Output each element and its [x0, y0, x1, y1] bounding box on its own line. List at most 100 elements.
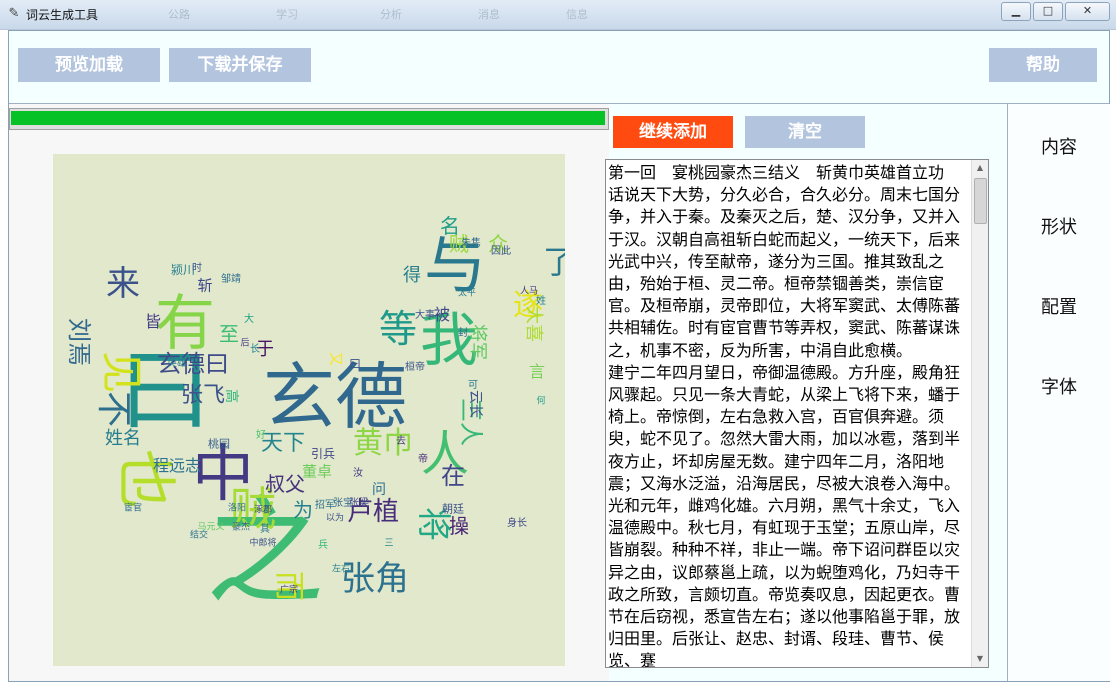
- maximize-button[interactable]: □: [1033, 2, 1063, 21]
- content-textarea[interactable]: 第一回 宴桃园豪杰三结义 斩黄巾英雄首立功 话说天下大势，分久必合，合久必分。周…: [605, 159, 989, 668]
- wordcloud-word: 广宗: [279, 585, 299, 596]
- wordcloud-word: 程远志: [152, 456, 202, 475]
- close-button[interactable]: ✕: [1065, 2, 1110, 21]
- wordcloud-word: 问: [372, 482, 386, 498]
- wordcloud-word: 英雄: [167, 358, 187, 369]
- help-button[interactable]: 帮助: [989, 48, 1097, 82]
- window-title: 词云生成工具: [26, 8, 99, 22]
- scroll-thumb[interactable]: [974, 178, 987, 224]
- wordcloud-word: 帝: [418, 454, 428, 465]
- ghost-tab: 公路: [168, 8, 190, 21]
- wordcloud-word: 张角: [341, 559, 409, 599]
- wordcloud-word: 身长: [507, 518, 527, 529]
- continue-add-button[interactable]: 继续添加: [613, 116, 733, 148]
- wordcloud-word: 宦官: [123, 503, 143, 514]
- wordcloud-word: 张飞: [180, 383, 226, 408]
- wordcloud-word: 好: [256, 430, 266, 441]
- wordcloud-word: 其: [260, 524, 270, 535]
- wordcloud-word: 言: [528, 362, 546, 381]
- wordcloud-word: 人马: [519, 286, 539, 297]
- wordcloud-word: 操: [449, 514, 469, 538]
- wordcloud-word: 招军: [315, 500, 335, 511]
- progress-fill: [11, 111, 605, 125]
- wordcloud-word: 时: [192, 263, 202, 274]
- wordcloud-word: 左右: [331, 564, 351, 575]
- wordcloud-word: 天下: [260, 431, 306, 456]
- ghost-tab: 学习: [276, 8, 298, 21]
- wordcloud-word: 后: [240, 338, 250, 349]
- client-area: 预览加载 下载并保存 帮助 曰之玄德有中也我与贼人张角来见不黄巾等遂将卢植而了张…: [8, 30, 1110, 682]
- wordcloud-word: 姓: [536, 296, 546, 307]
- wordcloud-word: 中郎将: [249, 538, 277, 549]
- tab-content[interactable]: 内容: [1008, 133, 1110, 159]
- wordcloud-word: 洛阳: [227, 503, 247, 514]
- content-text: 第一回 宴桃园豪杰三结义 斩黄巾英雄首立功 话说天下大势，分久必合，合久必分。周…: [608, 163, 961, 668]
- window-controls: ▁ □ ✕: [1001, 2, 1110, 21]
- wordcloud-word: 曰: [348, 357, 362, 371]
- download-save-button[interactable]: 下载并保存: [169, 48, 311, 82]
- title-bar[interactable]: ✎ 词云生成工具 公路 学习 分析 消息 信息 ▁ □ ✕: [0, 0, 1116, 30]
- wordcloud-word: 桓帝: [405, 362, 425, 373]
- wordcloud-word: 可: [468, 380, 478, 391]
- wordcloud-word: 结交: [189, 530, 209, 541]
- wordcloud-word: 去: [396, 436, 406, 447]
- wordcloud-word: 等: [378, 307, 418, 351]
- wordcloud-word: 大事: [415, 310, 435, 321]
- feather-icon: ✎: [8, 6, 20, 21]
- wordcloud-word: 来: [106, 264, 140, 304]
- tab-shape[interactable]: 形状: [1008, 213, 1110, 239]
- toolbar: 预览加载 下载并保存 帮助: [9, 31, 1109, 104]
- wordcloud-word: 大: [244, 314, 254, 325]
- wordcloud-word: 有: [155, 289, 215, 359]
- wordcloud-word: 桃园: [208, 437, 230, 451]
- wordcloud-word: 张梁: [349, 498, 369, 509]
- wordcloud-word: 又: [327, 352, 343, 366]
- wordcloud-word: 何: [536, 396, 546, 407]
- wordcloud-word: 高: [223, 389, 239, 403]
- wordcloud-image: 曰之玄德有中也我与贼人张角来见不黄巾等遂将卢植而了张飞 玄德曰 刘焉 天下 叔父在姓名至…: [53, 154, 565, 666]
- wordcloud-word: 云长: [467, 390, 483, 418]
- progress-bar: [9, 108, 609, 130]
- wordcloud-word: 不: [93, 390, 134, 428]
- wordcloud-word: 兵: [318, 540, 328, 551]
- wordcloud-word: 涿郡: [253, 505, 273, 516]
- content-panel: 继续添加 清空 第一回 宴桃园豪杰三结义 斩黄巾英雄首立功 话说天下大势，分久必…: [605, 104, 1007, 681]
- tab-config[interactable]: 配置: [1008, 293, 1110, 319]
- wordcloud-word: 叔父: [265, 472, 305, 496]
- wordcloud-word: 豪杰: [231, 522, 251, 533]
- wordcloud-word: 大喜: [523, 306, 544, 342]
- preview-load-button[interactable]: 预览加载: [18, 48, 160, 82]
- wordcloud-word: 三: [384, 538, 394, 549]
- wordcloud-word: 董卓: [301, 462, 333, 481]
- tab-font[interactable]: 字体: [1008, 373, 1110, 399]
- wordcloud-word: 因此: [491, 246, 511, 257]
- wordcloud-word: 皆: [144, 312, 162, 331]
- ghost-tab: 分析: [380, 8, 402, 21]
- wordcloud-word: 为: [293, 498, 313, 522]
- wordcloud-word: 朱隽: [461, 238, 481, 249]
- wordcloud-word: 将军: [467, 324, 488, 360]
- wordcloud-word: 玄德: [262, 355, 408, 439]
- scroll-up-icon[interactable]: ▲: [972, 160, 988, 176]
- ghost-tab: 消息: [478, 8, 500, 21]
- wordcloud-word: 被: [433, 305, 451, 324]
- wordcloud-word: 朝廷: [442, 502, 464, 516]
- wordcloud-word: 邹靖: [221, 274, 241, 285]
- wordcloud-word: 斩: [197, 276, 213, 295]
- vertical-scrollbar[interactable]: ▲ ▼: [971, 160, 988, 667]
- minimize-button[interactable]: ▁: [1001, 2, 1031, 21]
- clear-button[interactable]: 清空: [745, 116, 865, 148]
- side-tabs: 内容 形状 配置 字体: [1007, 104, 1110, 681]
- wordcloud-word: 见: [97, 350, 146, 394]
- preview-panel: 曰之玄德有中也我与贼人张角来见不黄巾等遂将卢植而了张飞 玄德曰 刘焉 天下 叔父在姓名至…: [9, 104, 609, 681]
- wordcloud-word: 以为: [325, 513, 345, 524]
- wordcloud-word: 封: [458, 328, 468, 339]
- wordcloud-word: 了: [542, 243, 565, 281]
- wordcloud-word: 姓名: [105, 428, 141, 449]
- app-window: ✎ 词云生成工具 公路 学习 分析 消息 信息 ▁ □ ✕ 预览加载 下载并保存…: [0, 0, 1116, 688]
- wordcloud-word: 引兵: [310, 447, 336, 461]
- wordcloud-word: 得: [403, 265, 421, 286]
- wordcloud-word: 汝: [353, 468, 363, 479]
- scroll-down-icon[interactable]: ▼: [972, 651, 988, 667]
- wordcloud-word: 太平: [457, 288, 477, 299]
